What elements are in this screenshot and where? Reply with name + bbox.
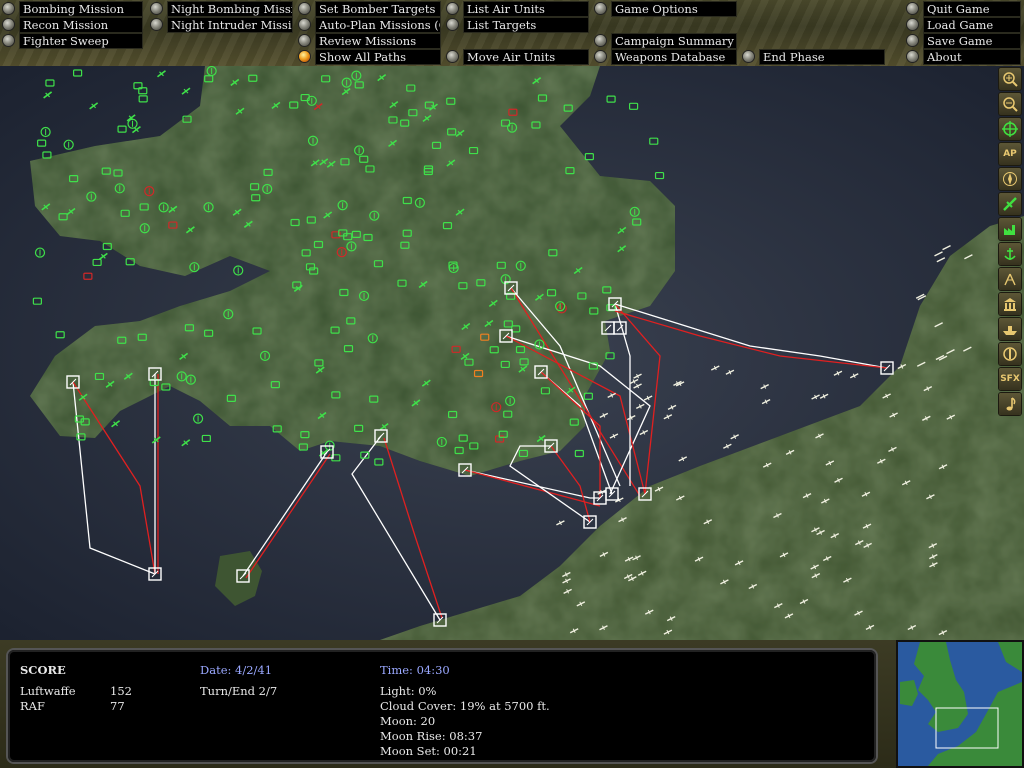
night-intruder-mission-button[interactable]: Night Intruder Mission [151,16,293,33]
ap-button[interactable]: AP [999,143,1021,165]
list-targets-button[interactable]: List Targets [447,16,589,33]
load-game-button[interactable]: Load Game [907,16,1021,33]
zoom-in-button[interactable] [999,68,1021,90]
anchor-icon [1004,248,1016,260]
game-options-button[interactable]: Game Options [595,0,737,17]
fighter-sweep-button[interactable]: Fighter Sweep [3,32,143,49]
button-knob-icon [907,3,918,14]
button-knob-icon [907,51,918,62]
target-icon [1003,347,1017,361]
city-filter-button[interactable] [999,293,1021,315]
move-air-units-button[interactable]: Move Air Units [447,48,589,65]
quit-game-button[interactable]: Quit Game [907,0,1021,17]
time-display: Time: 04:30 [380,663,450,677]
airfield-icon [1003,197,1017,211]
button-knob-icon [595,35,606,46]
luftwaffe-score: 152 [110,684,132,698]
moon-set-display: Moon Set: 00:21 [380,744,477,758]
button-knob-icon [743,51,754,62]
light-display: Light: 0% [380,684,437,698]
button-knob-icon [3,19,14,30]
night-bombing-mission-button[interactable]: Night Bombing Mission [151,0,293,17]
show-all-paths-button[interactable]: Show All Paths [299,48,441,65]
review-missions-button[interactable]: Review Missions [299,32,441,49]
set-bomber-targets-button[interactable]: Set Bomber Targets [299,0,441,17]
factory-icon [1004,225,1015,235]
sfx-toggle-button[interactable]: SFX [999,368,1021,390]
moon-rise-display: Moon Rise: 08:37 [380,729,483,743]
button-knob-icon [447,3,458,14]
button-knob-active-icon [299,51,310,62]
port-filter-button[interactable] [999,243,1021,265]
info-box: SCORE Luftwaffe 152 RAF 77 Date: 4/2/41 … [8,650,876,762]
date-display: Date: 4/2/41 [200,663,273,677]
bombing-mission-button[interactable]: Bombing Mission [3,0,143,17]
button-knob-icon [3,3,14,14]
turn-display: Turn/End 2/7 [200,684,278,698]
bank-icon [1004,298,1016,311]
music-note-icon [1006,397,1016,411]
ship-filter-button[interactable] [999,318,1021,340]
zoom-in-icon [1003,72,1018,87]
zoom-out-icon [1003,97,1018,112]
button-knob-icon [447,51,458,62]
button-knob-icon [299,3,310,14]
map-tools-sidebar: AP SFX [997,66,1024,416]
score-title: SCORE [20,663,66,677]
music-toggle-button[interactable] [999,393,1021,415]
button-knob-icon [907,19,918,30]
compass-icon [1003,172,1017,186]
status-panel: SCORE Luftwaffe 152 RAF 77 Date: 4/2/41 … [0,640,1024,768]
zoom-out-button[interactable] [999,93,1021,115]
button-knob-icon [299,19,310,30]
radar-icon [1004,273,1016,286]
center-map-button[interactable] [999,118,1021,140]
weapons-database-button[interactable]: Weapons Database [595,48,737,65]
factory-filter-button[interactable] [999,218,1021,240]
top-menu-bar: Bombing Mission Recon Mission Fighter Sw… [0,0,1024,66]
radar-filter-button[interactable] [999,268,1021,290]
map-canvas[interactable] [0,66,1024,640]
button-knob-icon [595,51,606,62]
about-button[interactable]: About [907,48,1021,65]
airfield-filter-button[interactable] [999,193,1021,215]
crosshair-icon [1002,121,1018,137]
cloud-cover-display: Cloud Cover: 19% at 5700 ft. [380,699,550,713]
button-knob-icon [3,35,14,46]
compass-button[interactable] [999,168,1021,190]
auto-plan-missions-button[interactable]: Auto-Plan Missions (Off) [299,16,441,33]
target-filter-button[interactable] [999,343,1021,365]
luftwaffe-label: Luftwaffe [20,684,76,698]
save-game-button[interactable]: Save Game [907,32,1021,49]
moon-display: Moon: 20 [380,714,436,728]
campaign-summary-button[interactable]: Campaign Summary [595,32,737,49]
button-knob-icon [299,35,310,46]
campaign-map[interactable] [0,66,1024,640]
button-knob-icon [151,19,162,30]
ship-icon [1003,326,1017,335]
button-knob-icon [907,35,918,46]
end-phase-button[interactable]: End Phase [743,48,885,65]
raf-score: 77 [110,699,125,713]
button-knob-icon [595,3,606,14]
list-air-units-button[interactable]: List Air Units [447,0,589,17]
overview-minimap[interactable] [898,642,1022,766]
recon-mission-button[interactable]: Recon Mission [3,16,143,33]
button-knob-icon [447,19,458,30]
raf-label: RAF [20,699,45,713]
minimap-canvas[interactable] [898,642,1022,766]
button-knob-icon [151,3,162,14]
